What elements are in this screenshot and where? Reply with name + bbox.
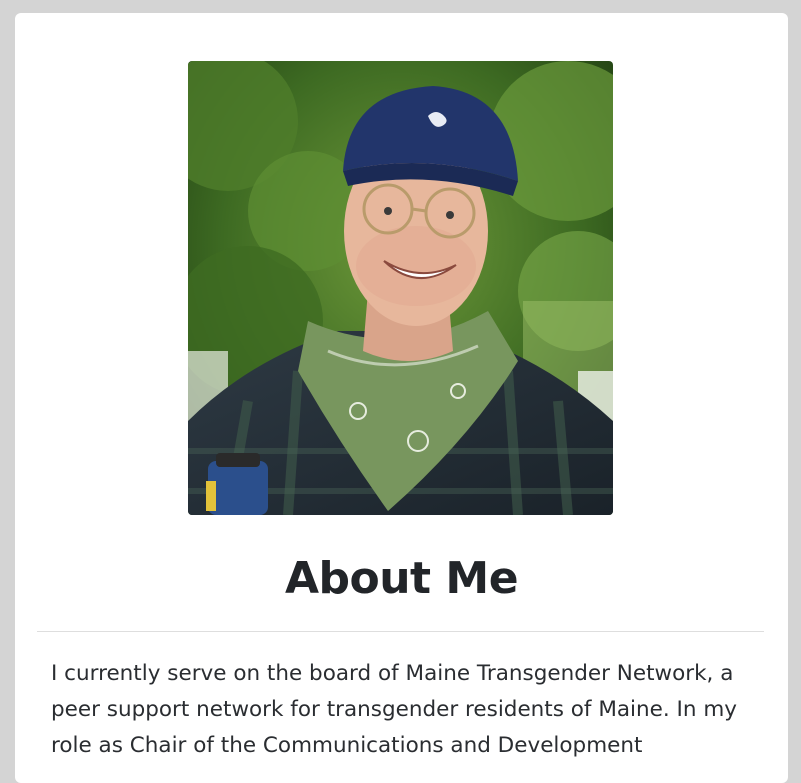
about-card: About Me I currently serve on the board … <box>15 13 788 783</box>
profile-photo <box>188 61 613 515</box>
title-divider <box>37 631 764 632</box>
bio-text: I currently serve on the board of Maine … <box>51 661 738 758</box>
page-title: About Me <box>284 553 519 604</box>
